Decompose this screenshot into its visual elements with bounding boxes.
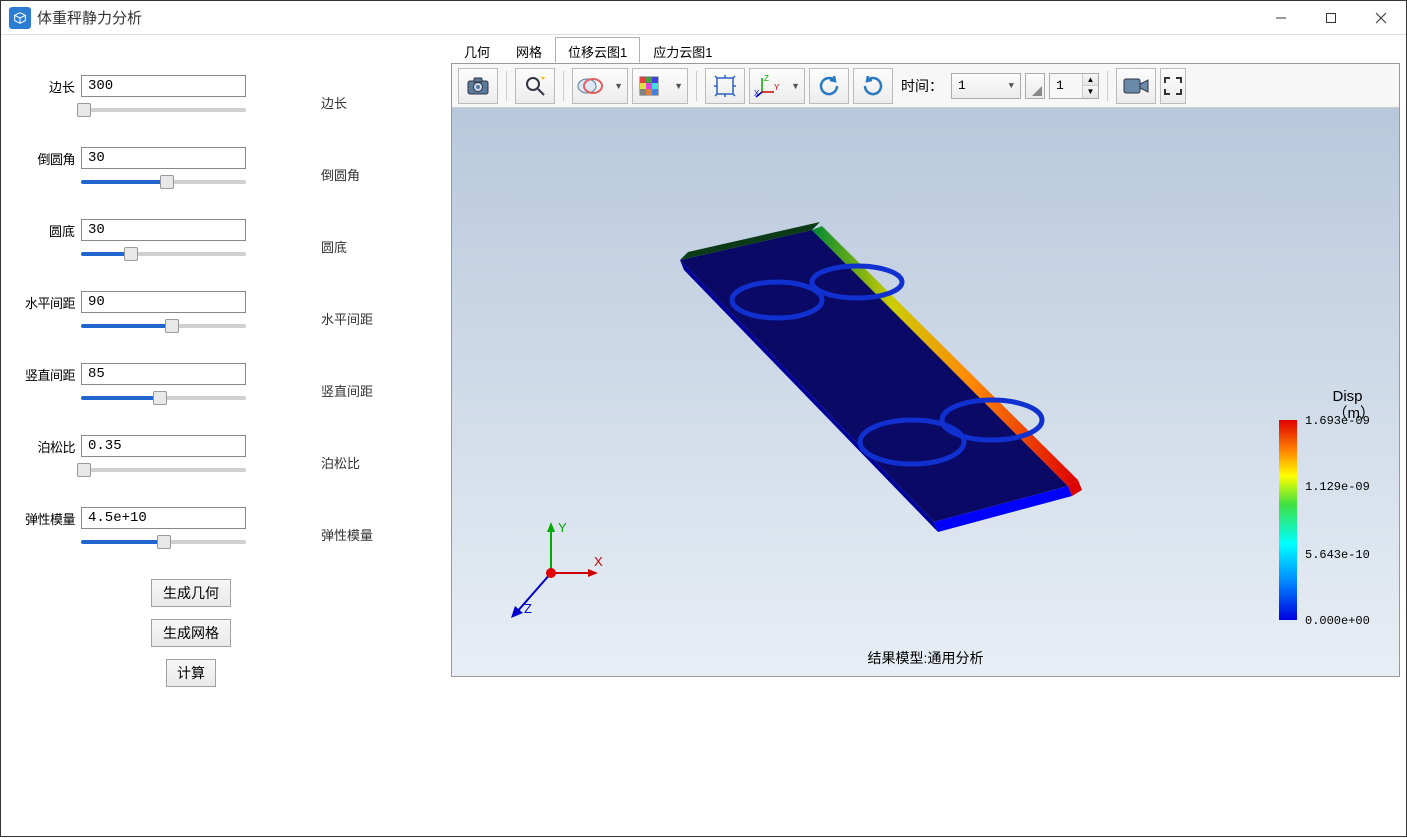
app-icon — [9, 7, 31, 29]
param-label-right: 弹性模量 — [321, 507, 421, 544]
param-input-3[interactable] — [81, 291, 246, 313]
param-label-right: 泊松比 — [321, 435, 421, 472]
viewer-toolbar: ▼ ▼ ZY X ▼ — [452, 64, 1399, 108]
param-input-4[interactable] — [81, 363, 246, 385]
screenshot-button[interactable] — [458, 68, 498, 104]
viewport-caption: 结果模型:通用分析 — [868, 648, 984, 668]
window-title: 体重秤静力分析 — [37, 7, 1256, 28]
time-value: 1 — [958, 78, 966, 93]
spin-down-button[interactable]: ▼ — [1083, 86, 1098, 98]
param-label-right: 圆底 — [321, 219, 421, 256]
render-mode-button[interactable]: ▼ — [632, 68, 688, 104]
param-row-2: 圆底 圆底 — [21, 219, 431, 261]
generate-geometry-button[interactable]: 生成几何 — [151, 579, 231, 607]
param-row-3: 水平间距 水平间距 — [21, 291, 431, 333]
param-slider-6[interactable] — [81, 535, 246, 549]
param-slider-2[interactable] — [81, 247, 246, 261]
param-label-right: 倒圆角 — [321, 147, 421, 184]
param-slider-0[interactable] — [81, 103, 246, 117]
legend-tick: 1.129e-09 — [1305, 480, 1370, 494]
fit-view-button[interactable] — [705, 68, 745, 104]
param-label-right: 竖直间距 — [321, 363, 421, 400]
color-legend: 1.693e-091.129e-095.643e-100.000e+00 — [1279, 420, 1385, 620]
param-row-4: 竖直间距 竖直间距 — [21, 363, 431, 405]
model-render — [662, 222, 1082, 542]
param-input-2[interactable] — [81, 219, 246, 241]
frame-spinner[interactable]: 1 ▲▼ — [1049, 73, 1099, 99]
param-row-0: 边长 边长 — [21, 75, 431, 117]
tab-bar: 几何网格位移云图1应力云图1 — [451, 37, 1400, 63]
spin-up-button[interactable]: ▲ — [1083, 74, 1098, 87]
legend-colorbar — [1279, 420, 1297, 620]
time-combo[interactable]: 1 ▼ — [951, 73, 1021, 99]
param-label-left: 水平间距 — [21, 293, 81, 312]
param-row-5: 泊松比 泊松比 — [21, 435, 431, 477]
close-button[interactable] — [1356, 1, 1406, 35]
transparency-button[interactable]: ▼ — [572, 68, 628, 104]
svg-text:X: X — [754, 89, 760, 98]
param-input-0[interactable] — [81, 75, 246, 97]
param-input-5[interactable] — [81, 435, 246, 457]
tab-1[interactable]: 网格 — [503, 37, 555, 63]
axis-view-button[interactable]: ZYX ▼ — [749, 68, 805, 104]
legend-tick: 5.643e-10 — [1305, 548, 1370, 562]
svg-text:X: X — [594, 554, 603, 569]
param-label-left: 竖直间距 — [21, 365, 81, 384]
param-label-left: 边长 — [21, 77, 81, 96]
param-label-left: 弹性模量 — [21, 509, 81, 528]
svg-text:Y: Y — [774, 83, 780, 92]
rotate-ccw-button[interactable] — [809, 68, 849, 104]
param-slider-5[interactable] — [81, 463, 246, 477]
record-button[interactable] — [1116, 68, 1156, 104]
svg-text:Z: Z — [764, 74, 769, 83]
viewer-frame: ▼ ▼ ZYX ▼ — [451, 63, 1400, 677]
3d-viewport[interactable]: Y X Z Disp （m） 1.693e-091.129e-095.643e-… — [452, 108, 1399, 676]
tab-0[interactable]: 几何 — [451, 37, 503, 63]
param-input-1[interactable] — [81, 147, 246, 169]
tab-3[interactable]: 应力云图1 — [640, 37, 725, 63]
parameter-panel: 边长 边长 倒圆角 倒圆角 圆底 — [1, 35, 451, 838]
param-label-left: 圆底 — [21, 221, 81, 240]
tab-2[interactable]: 位移云图1 — [555, 37, 640, 63]
param-row-1: 倒圆角 倒圆角 — [21, 147, 431, 189]
svg-text:Z: Z — [524, 601, 532, 616]
param-slider-1[interactable] — [81, 175, 246, 189]
titlebar: 体重秤静力分析 — [1, 1, 1406, 35]
legend-tick: 1.693e-09 — [1305, 414, 1370, 428]
time-label: 时间： — [901, 76, 943, 96]
param-slider-3[interactable] — [81, 319, 246, 333]
param-label-right: 边长 — [321, 75, 421, 112]
compute-button[interactable]: 计算 — [166, 659, 216, 687]
slider-end-button[interactable] — [1025, 73, 1045, 99]
param-label-right: 水平间距 — [321, 291, 421, 328]
zoom-button[interactable] — [515, 68, 555, 104]
legend-tick: 0.000e+00 — [1305, 614, 1370, 628]
frame-value: 1 — [1050, 74, 1082, 98]
generate-mesh-button[interactable]: 生成网格 — [151, 619, 231, 647]
fullscreen-button[interactable] — [1160, 68, 1186, 104]
svg-text:Y: Y — [558, 520, 567, 535]
param-row-6: 弹性模量 弹性模量 — [21, 507, 431, 549]
param-label-left: 倒圆角 — [21, 149, 81, 168]
minimize-button[interactable] — [1256, 1, 1306, 35]
param-input-6[interactable] — [81, 507, 246, 529]
axis-triad: Y X Z — [496, 518, 606, 628]
maximize-button[interactable] — [1306, 1, 1356, 35]
rotate-cw-button[interactable] — [853, 68, 893, 104]
param-label-left: 泊松比 — [21, 437, 81, 456]
param-slider-4[interactable] — [81, 391, 246, 405]
